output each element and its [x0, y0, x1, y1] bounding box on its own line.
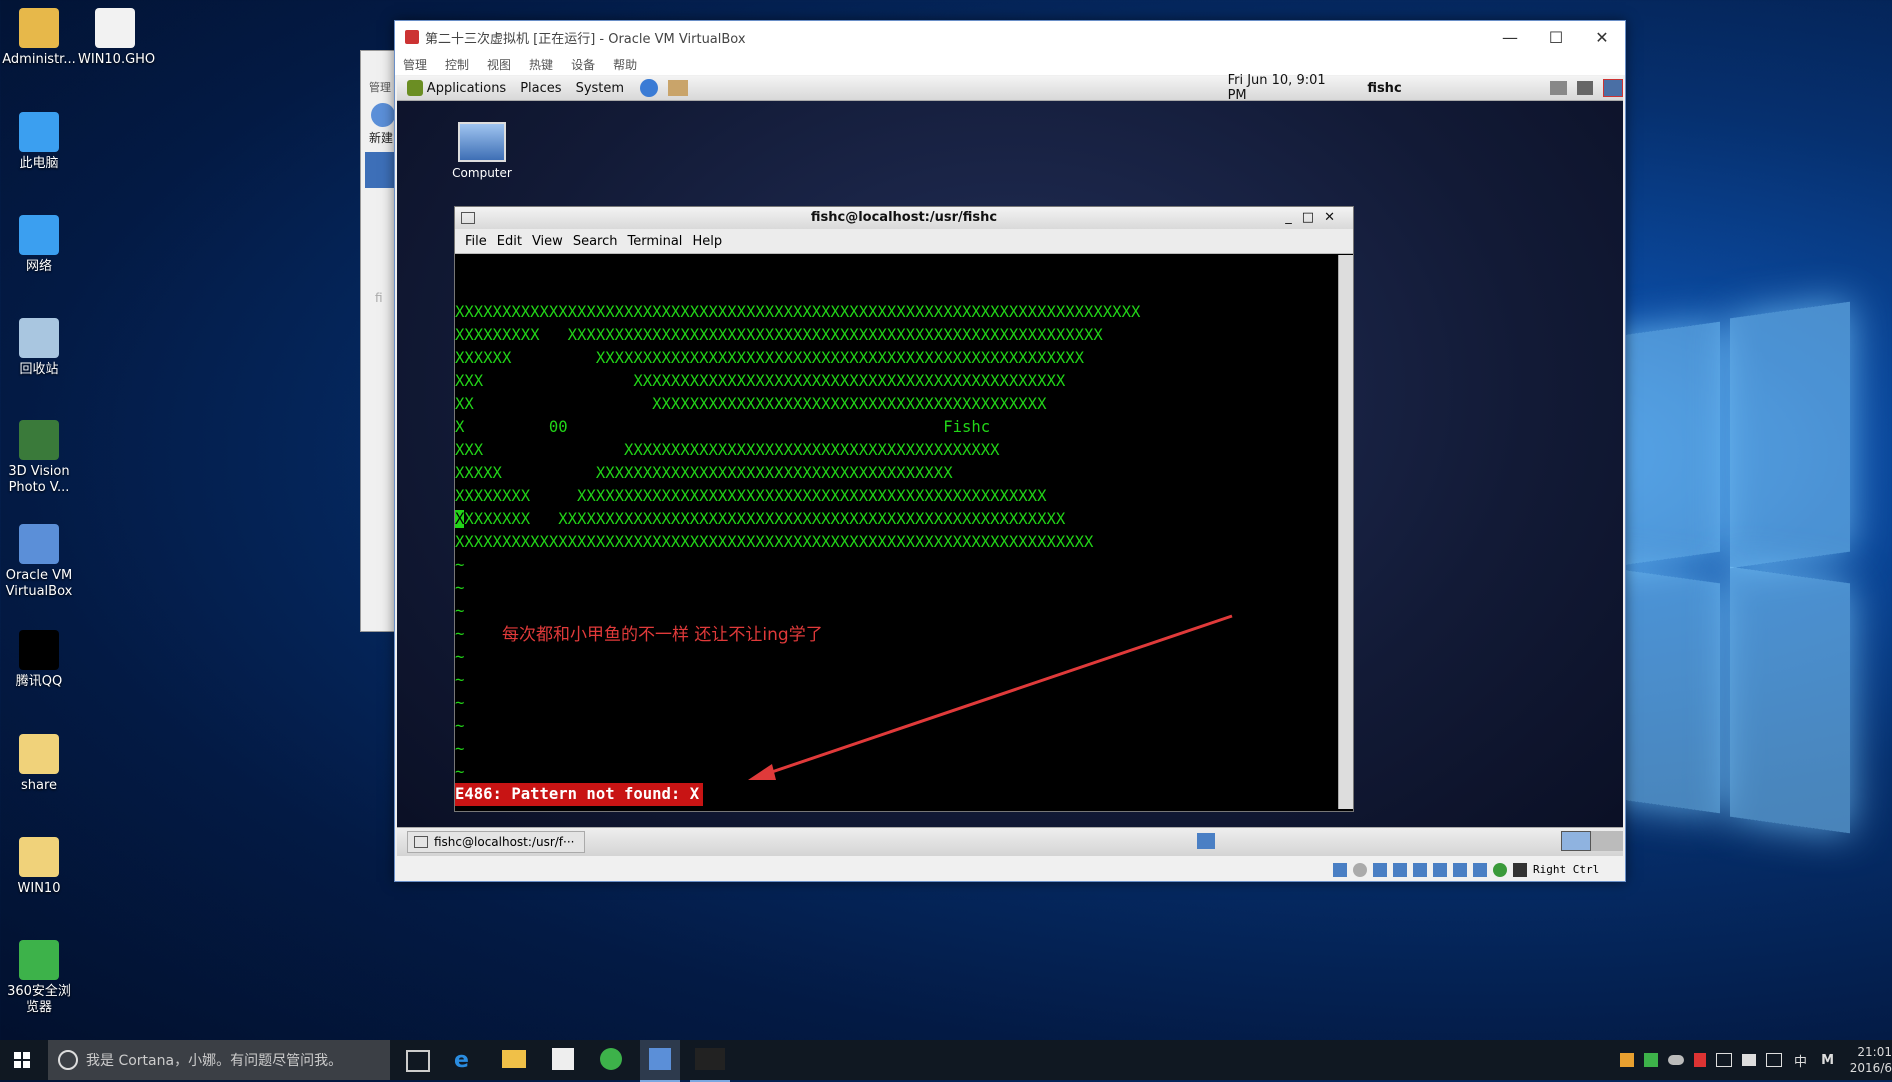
ime-mode[interactable]: M — [1821, 1053, 1834, 1068]
cortana-search-box[interactable]: 我是 Cortana，小娜。有问题尽管问我。 — [48, 1040, 390, 1080]
start-button[interactable] — [14, 1052, 30, 1068]
cortana-icon — [58, 1050, 78, 1070]
vm-task-thumbnail[interactable] — [690, 1040, 730, 1082]
edge-icon[interactable]: e — [454, 1048, 469, 1073]
taskbar-time: 21:01 — [1857, 1045, 1892, 1059]
network-tray-icon[interactable] — [1716, 1053, 1733, 1067]
windows-taskbar: 我是 Cortana，小娜。有问题尽管问我。 e 中 M 21:01 2016/… — [0, 1040, 1892, 1082]
task-view-icon[interactable] — [406, 1050, 430, 1072]
taskbar-clock[interactable]: 21:01 2016/6 — [1849, 1044, 1892, 1076]
system-tray: 中 M 21:01 2016/6 — [1620, 1040, 1892, 1080]
volume-tray-icon[interactable] — [1742, 1054, 1757, 1066]
tray-shield-icon[interactable] — [1694, 1053, 1707, 1067]
tray-app-icon[interactable] — [1620, 1053, 1635, 1067]
action-center-icon[interactable] — [1766, 1053, 1783, 1067]
ime-indicator[interactable]: 中 — [1794, 1051, 1807, 1070]
virtualbox-task-icon[interactable] — [640, 1040, 680, 1082]
tray-360-icon[interactable] — [1644, 1053, 1659, 1067]
file-explorer-icon[interactable] — [502, 1050, 526, 1068]
annotation-arrow — [748, 614, 1233, 780]
cortana-placeholder: 我是 Cortana，小娜。有问题尽管问我。 — [86, 1053, 343, 1069]
360-browser-icon[interactable] — [600, 1048, 622, 1070]
onedrive-icon[interactable] — [1668, 1055, 1685, 1065]
store-icon[interactable] — [552, 1048, 574, 1070]
taskbar-date: 2016/6 — [1849, 1061, 1892, 1075]
